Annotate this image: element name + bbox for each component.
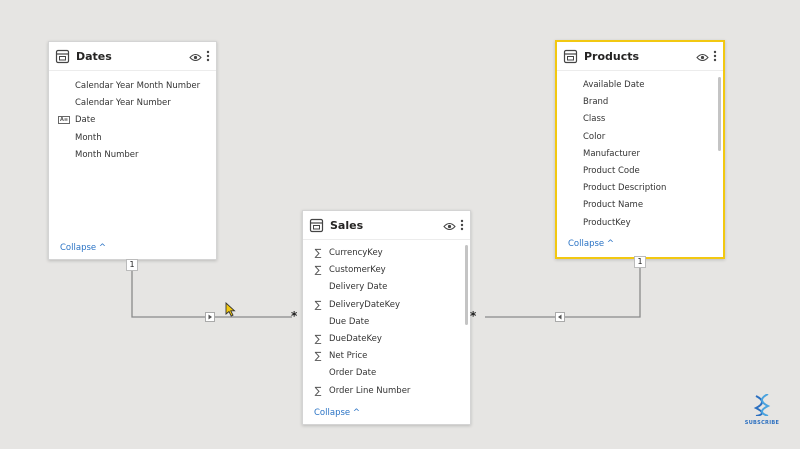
eye-icon[interactable]	[189, 47, 202, 66]
field-row[interactable]: Delivery Date	[303, 279, 470, 296]
filter-direction-left-icon[interactable]	[555, 312, 565, 322]
sales-table-header[interactable]: Sales	[303, 211, 470, 240]
field-row[interactable]: A≡ Date	[49, 112, 216, 129]
dates-collapse-link[interactable]: Collapse ^	[60, 243, 106, 253]
field-row[interactable]: Manufacturer	[557, 146, 723, 163]
sigma-icon: ∑	[314, 351, 322, 363]
filter-direction-right-icon[interactable]	[205, 312, 215, 322]
subscribe-logo[interactable]: SUBSCRIBE	[744, 393, 780, 426]
field-row[interactable]: Available Date	[557, 77, 723, 94]
table-icon	[309, 218, 324, 232]
chevron-up-icon: ^	[606, 239, 614, 249]
sigma-icon: ∑	[314, 385, 322, 397]
dates-table-card[interactable]: Dates Calendar Year Month Number Calenda…	[48, 41, 217, 260]
sales-table-title: Sales	[330, 218, 364, 232]
sigma-icon: ∑	[314, 333, 322, 345]
field-row[interactable]: Brand	[557, 94, 723, 111]
sigma-icon: ∑	[314, 248, 322, 259]
field-row[interactable]: ∑ Order Line Number	[303, 383, 470, 400]
more-options-icon[interactable]	[713, 47, 717, 66]
field-row[interactable]: ∑ DeliveryDateKey	[303, 297, 470, 314]
mouse-cursor-icon	[225, 302, 236, 317]
products-sales-relationship-line[interactable]	[485, 267, 641, 318]
subscribe-text: SUBSCRIBE	[744, 420, 780, 426]
products-table-header[interactable]: Products	[557, 42, 723, 71]
products-one-cardinality: 1	[634, 256, 646, 268]
field-row[interactable]: Due Date	[303, 314, 470, 331]
products-table-title: Products	[584, 49, 640, 63]
eye-icon[interactable]	[443, 216, 456, 235]
chevron-up-icon: ^	[352, 408, 360, 418]
sigma-icon: ∑	[314, 299, 322, 311]
field-row[interactable]: Month	[49, 130, 216, 147]
sales-many-cardinality-right: *	[470, 309, 477, 323]
sales-table-card[interactable]: Sales ∑ CurrencyKey ∑ CustomerKey Delivery…	[302, 210, 471, 425]
field-row[interactable]: ∑ Net Price	[303, 348, 470, 365]
more-options-icon[interactable]	[206, 47, 210, 66]
dates-one-cardinality: 1	[126, 259, 138, 271]
dates-table-title: Dates	[76, 49, 112, 63]
products-table-card[interactable]: Products Available Date Brand Class Colo…	[555, 40, 725, 259]
field-row[interactable]: ∑ CurrencyKey	[303, 245, 470, 262]
more-options-icon[interactable]	[460, 216, 464, 235]
sigma-icon: ∑	[314, 265, 322, 277]
field-row[interactable]: Month Number	[49, 147, 216, 164]
products-scrollbar[interactable]	[718, 77, 721, 151]
field-row[interactable]: ∑ CustomerKey	[303, 262, 470, 279]
sales-scrollbar[interactable]	[465, 245, 468, 325]
table-icon	[563, 49, 578, 63]
field-row[interactable]: Color	[557, 129, 723, 146]
field-row[interactable]: Class	[557, 111, 723, 128]
field-row[interactable]: Product Name	[557, 197, 723, 214]
field-row[interactable]: Calendar Year Month Number	[49, 78, 216, 95]
products-collapse-link[interactable]: Collapse ^	[568, 239, 614, 249]
dna-icon	[753, 393, 771, 417]
field-row[interactable]: Product Description	[557, 180, 723, 197]
calendar-icon: A≡	[58, 116, 70, 125]
dates-table-header[interactable]: Dates	[49, 42, 216, 71]
field-row[interactable]: ∑ DueDateKey	[303, 331, 470, 348]
sales-many-cardinality-left: *	[291, 309, 298, 323]
field-row[interactable]: ProductKey	[557, 215, 723, 232]
field-row[interactable]: Product Code	[557, 163, 723, 180]
dates-sales-relationship-line[interactable]	[131, 268, 292, 318]
table-icon	[55, 49, 70, 63]
field-row[interactable]: Calendar Year Number	[49, 95, 216, 112]
field-row[interactable]: Order Date	[303, 365, 470, 382]
eye-icon[interactable]	[696, 47, 709, 66]
sales-collapse-link[interactable]: Collapse ^	[314, 408, 360, 418]
chevron-up-icon: ^	[98, 243, 106, 253]
